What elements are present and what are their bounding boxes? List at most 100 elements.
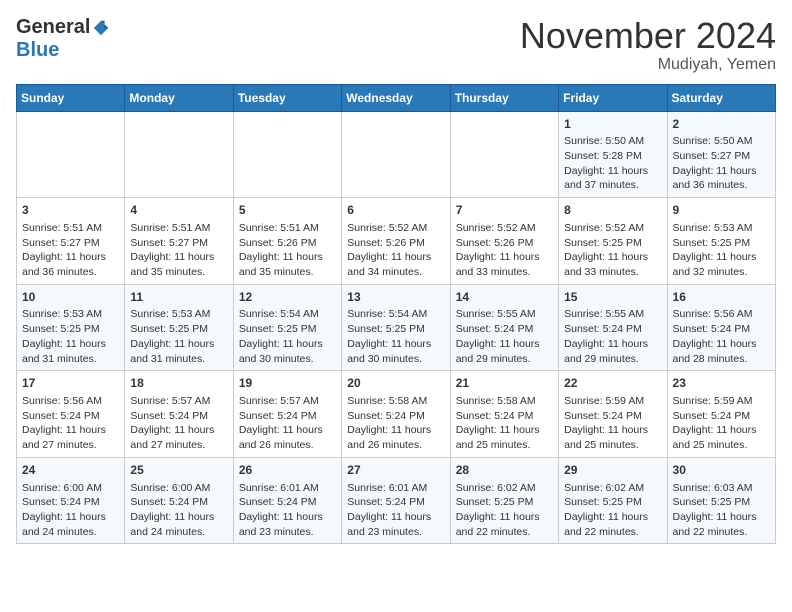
day-number: 29 <box>564 462 661 479</box>
day-info: Sunset: 5:27 PM <box>130 236 227 251</box>
header-cell-friday: Friday <box>559 84 667 111</box>
day-info: and 36 minutes. <box>673 178 770 193</box>
day-info: Daylight: 11 hours <box>239 423 336 438</box>
day-info: and 23 minutes. <box>347 525 444 540</box>
day-info: Sunrise: 6:00 AM <box>130 481 227 496</box>
day-number: 16 <box>673 289 770 306</box>
day-info: Sunrise: 5:56 AM <box>22 394 119 409</box>
page-container: General Blue November 2024 Mudiyah, Yeme… <box>0 0 792 554</box>
day-info: Sunset: 5:24 PM <box>564 322 661 337</box>
logo-icon <box>92 19 110 37</box>
day-info: and 35 minutes. <box>130 265 227 280</box>
day-number: 27 <box>347 462 444 479</box>
day-cell: 5Sunrise: 5:51 AMSunset: 5:26 PMDaylight… <box>233 198 341 285</box>
day-info: Sunset: 5:25 PM <box>456 495 553 510</box>
day-info: Daylight: 11 hours <box>130 250 227 265</box>
day-cell: 14Sunrise: 5:55 AMSunset: 5:24 PMDayligh… <box>450 284 558 371</box>
day-info: Sunset: 5:24 PM <box>673 322 770 337</box>
day-info: Sunset: 5:24 PM <box>347 409 444 424</box>
day-info: Daylight: 11 hours <box>239 250 336 265</box>
day-number: 11 <box>130 289 227 306</box>
day-info: Daylight: 11 hours <box>347 423 444 438</box>
day-info: Sunrise: 5:53 AM <box>130 307 227 322</box>
day-info: Sunrise: 5:52 AM <box>347 221 444 236</box>
week-row-5: 24Sunrise: 6:00 AMSunset: 5:24 PMDayligh… <box>17 457 776 544</box>
day-cell: 2Sunrise: 5:50 AMSunset: 5:27 PMDaylight… <box>667 111 775 198</box>
day-number: 19 <box>239 375 336 392</box>
day-cell: 8Sunrise: 5:52 AMSunset: 5:25 PMDaylight… <box>559 198 667 285</box>
day-cell: 11Sunrise: 5:53 AMSunset: 5:25 PMDayligh… <box>125 284 233 371</box>
day-cell: 27Sunrise: 6:01 AMSunset: 5:24 PMDayligh… <box>342 457 450 544</box>
day-number: 15 <box>564 289 661 306</box>
day-info: Sunrise: 5:58 AM <box>456 394 553 409</box>
day-info: and 31 minutes. <box>22 352 119 367</box>
day-info: and 34 minutes. <box>347 265 444 280</box>
day-info: Sunset: 5:25 PM <box>564 495 661 510</box>
day-info: Sunset: 5:25 PM <box>673 236 770 251</box>
header-cell-monday: Monday <box>125 84 233 111</box>
week-row-3: 10Sunrise: 5:53 AMSunset: 5:25 PMDayligh… <box>17 284 776 371</box>
day-info: Sunrise: 5:55 AM <box>456 307 553 322</box>
day-cell: 21Sunrise: 5:58 AMSunset: 5:24 PMDayligh… <box>450 371 558 458</box>
day-cell: 17Sunrise: 5:56 AMSunset: 5:24 PMDayligh… <box>17 371 125 458</box>
day-info: and 33 minutes. <box>456 265 553 280</box>
day-info: and 27 minutes. <box>130 438 227 453</box>
day-info: Daylight: 11 hours <box>130 423 227 438</box>
day-info: Sunset: 5:24 PM <box>347 495 444 510</box>
day-info: Sunrise: 6:02 AM <box>456 481 553 496</box>
day-info: and 28 minutes. <box>673 352 770 367</box>
day-info: Daylight: 11 hours <box>347 337 444 352</box>
day-info: and 37 minutes. <box>564 178 661 193</box>
day-info: and 22 minutes. <box>564 525 661 540</box>
day-number: 17 <box>22 375 119 392</box>
day-info: Daylight: 11 hours <box>456 423 553 438</box>
day-cell: 24Sunrise: 6:00 AMSunset: 5:24 PMDayligh… <box>17 457 125 544</box>
day-cell: 18Sunrise: 5:57 AMSunset: 5:24 PMDayligh… <box>125 371 233 458</box>
day-info: Sunrise: 6:01 AM <box>347 481 444 496</box>
day-info: and 30 minutes. <box>239 352 336 367</box>
day-info: Sunset: 5:25 PM <box>347 322 444 337</box>
day-cell: 22Sunrise: 5:59 AMSunset: 5:24 PMDayligh… <box>559 371 667 458</box>
day-info: and 22 minutes. <box>456 525 553 540</box>
day-cell: 7Sunrise: 5:52 AMSunset: 5:26 PMDaylight… <box>450 198 558 285</box>
day-number: 22 <box>564 375 661 392</box>
day-cell: 15Sunrise: 5:55 AMSunset: 5:24 PMDayligh… <box>559 284 667 371</box>
day-number: 2 <box>673 116 770 133</box>
day-info: Daylight: 11 hours <box>673 164 770 179</box>
day-info: Sunrise: 5:57 AM <box>130 394 227 409</box>
day-number: 28 <box>456 462 553 479</box>
day-number: 30 <box>673 462 770 479</box>
calendar-body: 1Sunrise: 5:50 AMSunset: 5:28 PMDaylight… <box>17 111 776 544</box>
day-info: Sunrise: 5:59 AM <box>673 394 770 409</box>
day-info: Sunrise: 5:51 AM <box>130 221 227 236</box>
day-info: Sunset: 5:26 PM <box>456 236 553 251</box>
day-info: and 33 minutes. <box>564 265 661 280</box>
day-info: Sunrise: 5:52 AM <box>564 221 661 236</box>
day-cell: 29Sunrise: 6:02 AMSunset: 5:25 PMDayligh… <box>559 457 667 544</box>
day-info: Sunrise: 5:53 AM <box>22 307 119 322</box>
day-info: Daylight: 11 hours <box>456 510 553 525</box>
logo-blue-text: Blue <box>16 39 59 61</box>
day-info: and 27 minutes. <box>22 438 119 453</box>
day-info: Daylight: 11 hours <box>22 250 119 265</box>
day-info: Daylight: 11 hours <box>673 250 770 265</box>
day-info: and 30 minutes. <box>347 352 444 367</box>
day-cell <box>125 111 233 198</box>
day-info: and 29 minutes. <box>564 352 661 367</box>
day-info: and 26 minutes. <box>347 438 444 453</box>
day-info: and 29 minutes. <box>456 352 553 367</box>
month-title: November 2024 <box>520 16 776 56</box>
day-cell <box>233 111 341 198</box>
day-number: 13 <box>347 289 444 306</box>
day-info: Daylight: 11 hours <box>673 337 770 352</box>
day-info: Daylight: 11 hours <box>564 164 661 179</box>
day-info: and 35 minutes. <box>239 265 336 280</box>
location: Mudiyah, Yemen <box>520 56 776 74</box>
day-number: 3 <box>22 202 119 219</box>
day-cell: 23Sunrise: 5:59 AMSunset: 5:24 PMDayligh… <box>667 371 775 458</box>
day-cell: 30Sunrise: 6:03 AMSunset: 5:25 PMDayligh… <box>667 457 775 544</box>
day-info: Sunset: 5:25 PM <box>673 495 770 510</box>
day-cell <box>17 111 125 198</box>
day-info: Sunrise: 6:03 AM <box>673 481 770 496</box>
day-number: 4 <box>130 202 227 219</box>
